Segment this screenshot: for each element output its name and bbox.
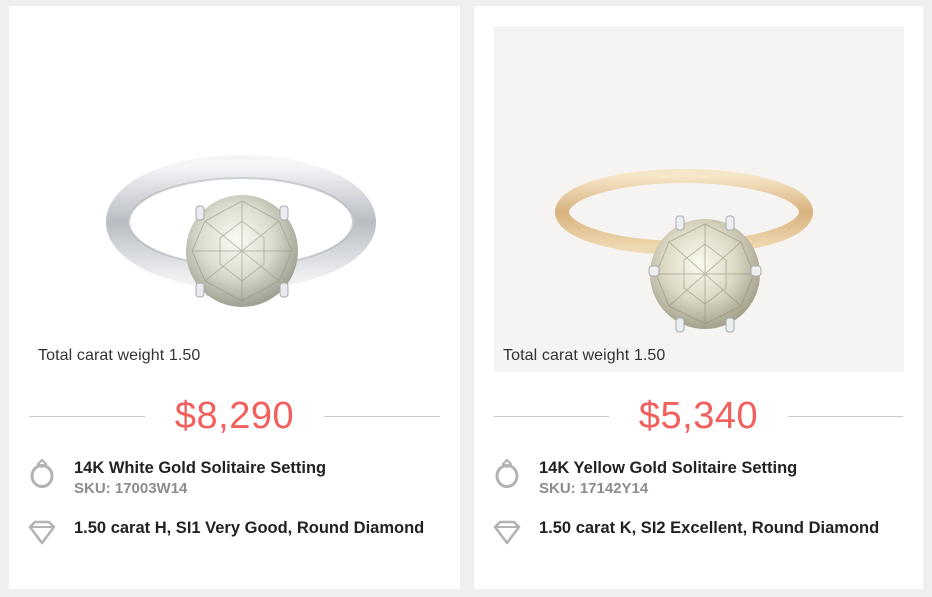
- diamond-description[interactable]: 1.50 carat H, SI1 Very Good, Round Diamo…: [74, 518, 424, 539]
- ring-icon: [495, 458, 519, 488]
- carat-weight-caption: Total carat weight 1.50: [38, 347, 201, 364]
- price: $5,340: [638, 394, 759, 437]
- setting-sku: SKU: 17003W14: [74, 480, 188, 497]
- setting-sku: SKU: 17142Y14: [539, 480, 649, 497]
- price: $8,290: [174, 394, 295, 437]
- product-image[interactable]: [9, 6, 460, 381]
- product-card-yellow-gold[interactable]: Total carat weight 1.50 $5,340 14K Yello…: [474, 6, 923, 589]
- setting-spec[interactable]: 14K Yellow Gold Solitaire Setting SKU: 1…: [492, 458, 907, 498]
- diamond-description[interactable]: 1.50 carat K, SI2 Excellent, Round Diamo…: [539, 518, 879, 539]
- diamond-icon: [493, 520, 521, 545]
- setting-name[interactable]: 14K White Gold Solitaire Setting: [74, 458, 326, 479]
- diamond-icon: [28, 520, 56, 545]
- divider-right: [788, 415, 904, 417]
- setting-spec[interactable]: 14K White Gold Solitaire Setting SKU: 17…: [27, 458, 444, 498]
- ring-icon: [30, 458, 54, 488]
- divider-left: [494, 415, 609, 417]
- carat-weight-caption: Total carat weight 1.50: [503, 347, 666, 364]
- product-image[interactable]: [494, 26, 904, 372]
- diamond-spec[interactable]: 1.50 carat H, SI1 Very Good, Round Diamo…: [27, 518, 444, 548]
- price-row: $8,290: [29, 391, 441, 441]
- divider-left: [29, 415, 145, 417]
- diamond-spec[interactable]: 1.50 carat K, SI2 Excellent, Round Diamo…: [492, 518, 907, 548]
- price-row: $5,340: [494, 391, 904, 441]
- divider-right: [324, 415, 441, 417]
- product-card-white-gold[interactable]: Total carat weight 1.50 $8,290 14K White…: [9, 6, 460, 589]
- setting-name[interactable]: 14K Yellow Gold Solitaire Setting: [539, 458, 797, 479]
